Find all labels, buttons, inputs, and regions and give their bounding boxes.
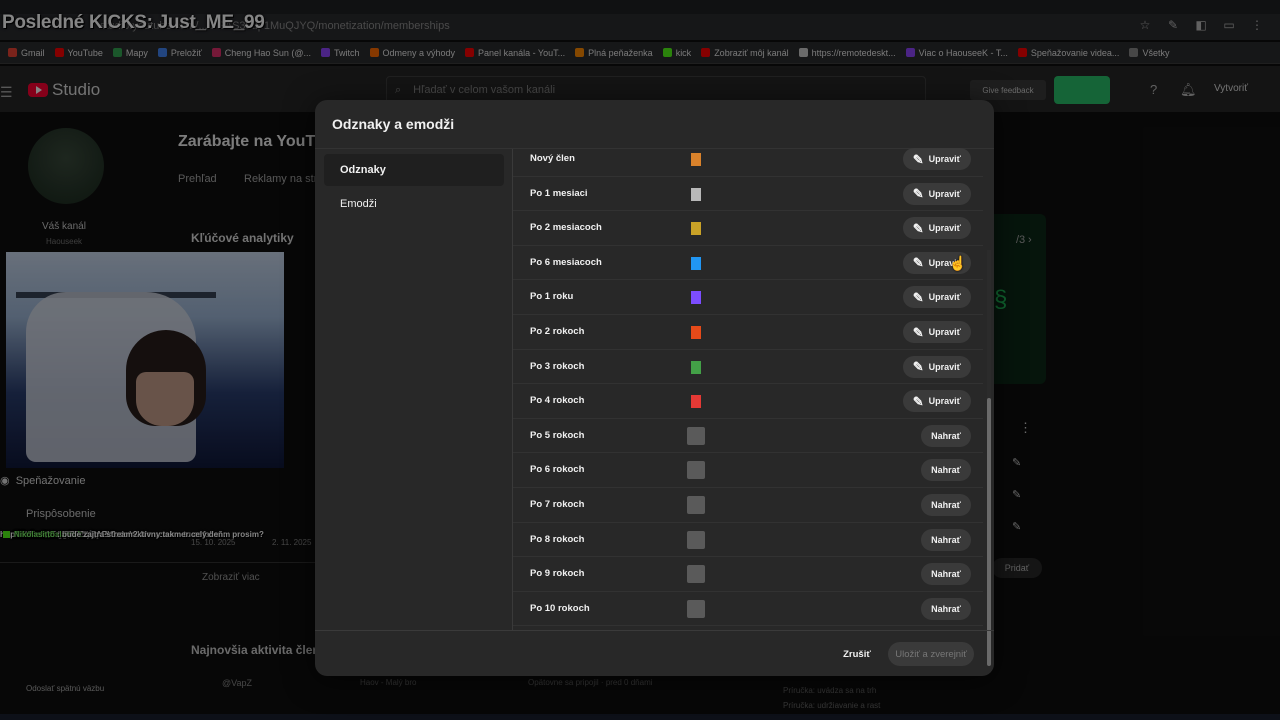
mouse-cursor-icon: ☝ — [949, 255, 967, 271]
badge-row: Po 1 mesiaci ✎ Upraviť — [513, 177, 983, 212]
dialog-title: Odznaky a emodži — [332, 116, 455, 132]
pencil-icon: ✎ — [912, 289, 924, 305]
button-label: Nahrať — [931, 603, 961, 614]
button-label: Nahrať — [931, 430, 961, 441]
badge-image — [687, 461, 705, 480]
edit-badge-button[interactable]: ✎ Upraviť — [902, 217, 971, 240]
badge-row: Po 1 roku ✎ Upraviť — [513, 280, 983, 315]
badge-row: Po 4 rokoch ✎ Upraviť — [513, 384, 983, 419]
badge-row: Po 7 rokoch Nahrať — [513, 488, 983, 523]
badge-label: Po 6 mesiacoch — [530, 256, 602, 268]
badge-row: Po 6 rokoch Nahrať — [513, 453, 983, 488]
pencil-icon: ✎ — [912, 359, 924, 375]
pencil-icon: ✎ — [912, 220, 924, 236]
upload-badge-button[interactable]: Nahrať — [921, 459, 971, 482]
button-label: Upraviť — [928, 292, 961, 303]
badge-row: Po 2 rokoch ✎ Upraviť — [513, 315, 983, 350]
upload-badge-button[interactable]: Nahrať — [921, 597, 971, 620]
badge-label: Po 1 mesiaci — [530, 187, 588, 199]
pencil-icon: ✎ — [912, 186, 924, 202]
button-label: Nahrať — [931, 534, 961, 545]
pencil-icon: ✎ — [912, 151, 924, 167]
badge-image — [691, 153, 701, 166]
badge-row: Po 6 mesiacoch ✎ Upraviť — [513, 246, 983, 281]
edit-badge-button[interactable]: ✎ Upraviť — [902, 355, 971, 378]
dialog-nav: Odznaky Emodži — [315, 149, 513, 630]
badge-row: Po 8 rokoch Nahrať — [513, 523, 983, 558]
button-label: Nahrať — [931, 500, 961, 510]
badge-label: Po 3 rokoch — [530, 360, 585, 372]
button-label: Nahrať — [931, 569, 961, 580]
badge-row: Po 10 rokoch Nahrať — [513, 592, 983, 627]
badge-label: Po 10 rokoch — [530, 602, 590, 614]
pencil-icon: ✎ — [912, 255, 924, 271]
button-label: Upraviť — [928, 327, 961, 337]
badge-image — [691, 360, 701, 374]
badge-image — [691, 326, 701, 339]
edit-badge-button[interactable]: ✎ Upraviť — [902, 390, 971, 413]
upload-badge-button[interactable]: Nahrať — [921, 494, 971, 516]
nav-emoji[interactable]: Emodži — [324, 188, 504, 220]
upload-badge-button[interactable]: Nahrať — [921, 528, 971, 551]
badge-label: Po 2 rokoch — [530, 326, 585, 337]
badge-image — [691, 187, 701, 201]
badge-image — [687, 496, 705, 514]
edit-badge-button[interactable]: ✎ Upraviť — [902, 182, 971, 205]
badge-image — [687, 599, 705, 618]
badge-label: Po 4 rokoch — [530, 395, 585, 407]
upload-badge-button[interactable]: Nahrať — [921, 563, 971, 586]
badge-label: Nový člen — [530, 153, 575, 164]
badge-image — [691, 222, 701, 236]
badge-image — [687, 565, 705, 584]
badge-label: Po 5 rokoch — [530, 429, 585, 441]
badge-row: Nový člen ✎ Upraviť — [513, 142, 983, 177]
badge-label: Po 9 rokoch — [530, 568, 585, 580]
badge-image — [691, 291, 701, 305]
badge-list: Nový člen ✎ Upraviť Po 1 mesiaci ✎ Upraviť Po … — [513, 148, 994, 630]
badge-label: Po 7 rokoch — [530, 499, 585, 510]
badge-image — [691, 256, 701, 270]
button-label: Upraviť — [928, 188, 961, 199]
button-label: Upraviť — [928, 154, 961, 164]
badge-label: Po 1 roku — [530, 291, 574, 303]
edit-badge-button[interactable]: ✎ Upraviť — [902, 321, 971, 343]
badge-row: Po 2 mesiacoch ✎ Upraviť — [513, 211, 983, 246]
badge-image — [691, 395, 701, 409]
screen-root: { "stream": {"title": "Posledné KICKS: J… — [0, 0, 1280, 720]
edit-badge-button[interactable]: ✎ Upraviť — [902, 148, 971, 170]
badge-label: Po 6 rokoch — [530, 464, 585, 476]
pencil-icon: ✎ — [912, 324, 924, 340]
badge-label: Po 2 mesiacoch — [530, 222, 602, 234]
button-label: Upraviť — [928, 361, 961, 372]
nav-badges[interactable]: Odznaky — [324, 154, 504, 186]
button-label: Upraviť — [928, 396, 961, 407]
badge-row: Po 5 rokoch Nahrať — [513, 419, 983, 454]
badge-image — [687, 426, 705, 445]
badges-emoji-dialog: Odznaky a emodži Odznaky Emodži Nový čle… — [315, 100, 994, 676]
edit-badge-button[interactable]: ✎ Upraviť — [902, 286, 971, 309]
pencil-icon: ✎ — [912, 393, 924, 409]
badge-image — [687, 530, 705, 549]
cancel-button[interactable]: Zrušiť — [835, 642, 879, 666]
save-publish-button[interactable]: Uložiť a zverejniť — [888, 642, 974, 666]
button-label: Nahrať — [931, 465, 961, 476]
badge-row: Po 3 rokoch ✎ Upraviť — [513, 350, 983, 385]
divider — [315, 630, 994, 631]
badge-label: Po 8 rokoch — [530, 533, 585, 545]
button-label: Upraviť — [928, 223, 961, 234]
upload-badge-button[interactable]: Nahrať — [921, 424, 971, 447]
scrollbar-thumb[interactable] — [987, 398, 991, 666]
badge-row: Po 9 rokoch Nahrať — [513, 557, 983, 592]
